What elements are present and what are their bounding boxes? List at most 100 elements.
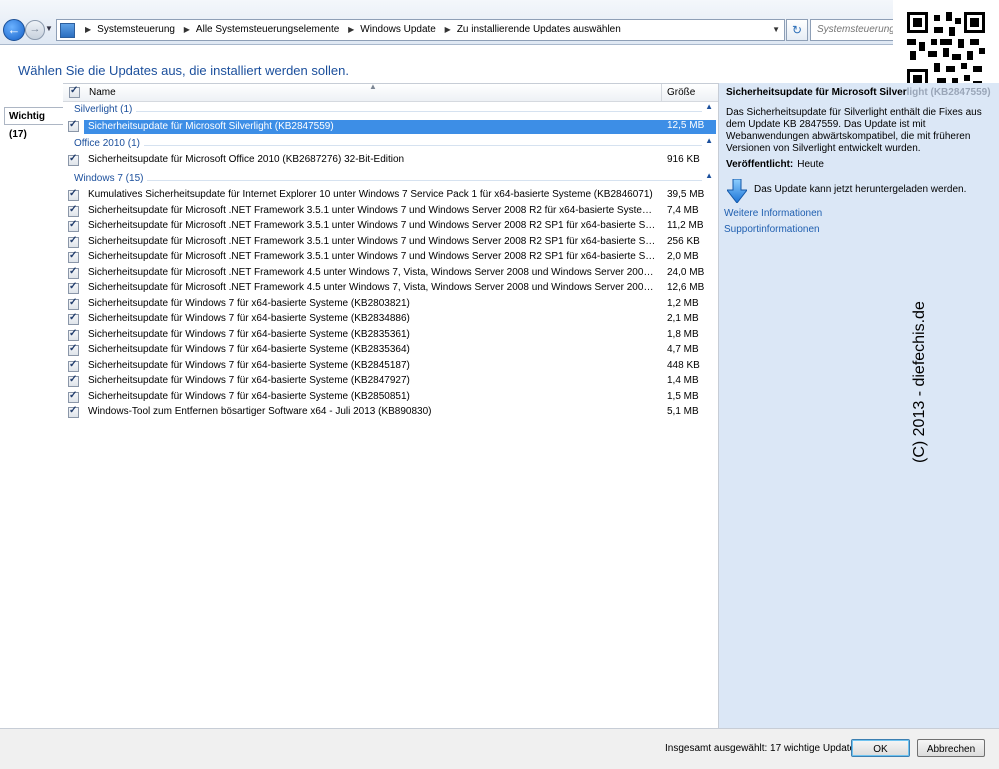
history-dropdown-icon[interactable]: ▼ [45, 24, 53, 33]
group-header[interactable]: Silverlight (1) ▲ [63, 102, 718, 117]
update-name: Sicherheitsupdate für Microsoft .NET Fra… [88, 235, 658, 247]
table-row[interactable]: Kumulatives Sicherheitsupdate für Intern… [63, 188, 718, 203]
update-checkbox[interactable] [68, 250, 79, 263]
update-checkbox[interactable] [68, 266, 79, 279]
update-checkbox[interactable] [68, 390, 79, 403]
update-list: ▲ Name Größe Silverlight (1) ▲ Sicherhei… [63, 82, 718, 729]
published-label: Veröffentlicht: [726, 159, 794, 170]
table-row[interactable]: Sicherheitsupdate für Windows 7 für x64-… [63, 328, 718, 343]
update-checkbox[interactable] [68, 281, 79, 294]
breadcrumb: ▶ Systemsteuerung ▶ Alle Systemsteuerungse… [79, 20, 621, 40]
category-pane: Wichtig (17) [0, 83, 64, 728]
forward-arrow-icon[interactable]: → [25, 20, 45, 40]
support-info-link[interactable]: Supportinformationen [724, 224, 820, 235]
group-name: Office 2010 (1) [74, 138, 144, 149]
copyright-watermark: (C) 2013 - diefechis.de [911, 301, 928, 463]
update-size: 916 KB [667, 154, 700, 165]
address-toolbar: ← → ▼ ▶ Systemsteuerung ▶ Alle Systemsteue… [0, 0, 999, 45]
qr-code-icon [893, 0, 999, 96]
update-name: Sicherheitsupdate für Microsoft .NET Fra… [88, 251, 658, 262]
download-status: Das Update kann jetzt heruntergeladen we… [754, 184, 967, 195]
update-checkbox[interactable] [68, 235, 79, 248]
chevron-right-icon: ▶ [183, 25, 190, 34]
update-size: 39,5 MB [667, 189, 705, 200]
ok-button[interactable]: OK [851, 739, 910, 757]
update-size: 256 KB [667, 235, 700, 247]
table-row[interactable]: Sicherheitsupdate für Microsoft .NET Fra… [63, 250, 718, 265]
update-checkbox[interactable] [68, 312, 79, 325]
group-divider [74, 111, 702, 112]
table-row[interactable]: Sicherheitsupdate für Windows 7 für x64-… [63, 312, 718, 327]
update-name: Sicherheitsupdate für Windows 7 für x64-… [88, 359, 410, 371]
detail-description: Das Sicherheitsupdate für Silverlight en… [726, 107, 982, 154]
table-row[interactable]: Sicherheitsupdate für Microsoft Office 2… [63, 153, 718, 168]
tab-important[interactable]: Wichtig (17) [4, 107, 64, 140]
update-size: 12,6 MB [667, 282, 705, 293]
update-size: 7,4 MB [667, 204, 699, 216]
table-row[interactable]: Sicherheitsupdate für Windows 7 für x64-… [63, 390, 718, 405]
update-name: Sicherheitsupdate für Microsoft .NET Fra… [88, 204, 658, 216]
table-row[interactable]: Sicherheitsupdate für Microsoft Silverli… [63, 119, 718, 134]
update-checkbox[interactable] [68, 328, 79, 341]
column-header-size[interactable]: Größe [667, 87, 695, 98]
update-name: Sicherheitsupdate für Microsoft .NET Fra… [88, 282, 658, 293]
refresh-icon[interactable]: ↻ [786, 19, 808, 41]
update-checkbox[interactable] [68, 374, 79, 387]
table-row[interactable]: Sicherheitsupdate für Windows 7 für x64-… [63, 359, 718, 374]
group-divider [74, 180, 702, 181]
footer-bar: Insgesamt ausgewählt: 17 wichtige Update… [0, 728, 999, 769]
update-checkbox[interactable] [68, 359, 79, 372]
breadcrumb-item[interactable]: Systemsteuerung [97, 24, 175, 35]
group-header[interactable]: Office 2010 (1) ▲ [63, 136, 718, 151]
table-row[interactable]: Sicherheitsupdate für Microsoft .NET Fra… [63, 204, 718, 219]
update-checkbox[interactable] [68, 188, 79, 201]
page-title: Wählen Sie die Updates aus, die installi… [18, 63, 349, 78]
update-checkbox[interactable] [68, 297, 79, 310]
update-name: Sicherheitsupdate für Windows 7 für x64-… [88, 297, 410, 309]
update-size: 11,2 MB [667, 220, 704, 231]
group-header[interactable]: Windows 7 (15) ▲ [63, 171, 718, 186]
cancel-button[interactable]: Abbrechen [917, 739, 985, 757]
update-size: 1,2 MB [667, 297, 699, 309]
update-size: 4,7 MB [667, 344, 699, 355]
table-row[interactable]: Sicherheitsupdate für Microsoft .NET Fra… [63, 266, 718, 281]
table-row[interactable]: Sicherheitsupdate für Microsoft .NET Fra… [63, 281, 718, 296]
table-row[interactable]: Sicherheitsupdate für Windows 7 für x64-… [63, 297, 718, 312]
chevron-right-icon: ▶ [444, 25, 451, 34]
update-name: Kumulatives Sicherheitsupdate für Intern… [88, 189, 653, 200]
breadcrumb-item[interactable]: Zu installierende Updates auswählen [457, 24, 621, 35]
update-checkbox[interactable] [68, 405, 79, 418]
collapse-chevron-icon[interactable]: ▲ [705, 136, 713, 145]
update-name: Sicherheitsupdate für Windows 7 für x64-… [88, 328, 410, 340]
update-checkbox[interactable] [68, 219, 79, 232]
update-checkbox[interactable] [68, 204, 79, 217]
more-info-link[interactable]: Weitere Informationen [724, 208, 822, 219]
download-arrow-icon [727, 179, 747, 203]
table-row[interactable]: Sicherheitsupdate für Windows 7 für x64-… [63, 374, 718, 389]
breadcrumb-item[interactable]: Alle Systemsteuerungselemente [196, 24, 339, 35]
update-name: Sicherheitsupdate für Windows 7 für x64-… [88, 390, 410, 402]
table-row[interactable]: Sicherheitsupdate für Microsoft .NET Fra… [63, 235, 718, 250]
chevron-right-icon: ▶ [85, 25, 92, 34]
table-row[interactable]: Sicherheitsupdate für Windows 7 für x64-… [63, 343, 718, 358]
back-arrow-icon[interactable]: ← [3, 19, 25, 41]
update-checkbox[interactable] [68, 153, 79, 166]
table-row[interactable]: Windows-Tool zum Entfernen bösartiger So… [63, 405, 718, 420]
table-row[interactable]: Sicherheitsupdate für Microsoft .NET Fra… [63, 219, 718, 234]
collapse-chevron-icon[interactable]: ▲ [705, 102, 713, 111]
update-checkbox[interactable] [68, 343, 79, 356]
group-divider [74, 145, 702, 146]
address-dropdown-icon[interactable]: ▼ [772, 20, 780, 40]
breadcrumb-item[interactable]: Windows Update [360, 24, 436, 35]
update-size: 12,5 MB [667, 120, 705, 131]
column-divider[interactable] [661, 84, 662, 101]
update-size: 5,1 MB [667, 406, 699, 417]
collapse-chevron-icon[interactable]: ▲ [705, 171, 713, 180]
select-all-checkbox[interactable] [69, 85, 80, 98]
chevron-right-icon: ▶ [348, 25, 355, 34]
column-header-name[interactable]: Name [89, 87, 116, 98]
update-name: Sicherheitsupdate für Windows 7 für x64-… [88, 313, 410, 324]
update-checkbox[interactable] [68, 119, 79, 132]
update-size: 1,5 MB [667, 390, 699, 402]
address-bar[interactable]: ▶ Systemsteuerung ▶ Alle Systemsteuerungse… [56, 19, 785, 41]
